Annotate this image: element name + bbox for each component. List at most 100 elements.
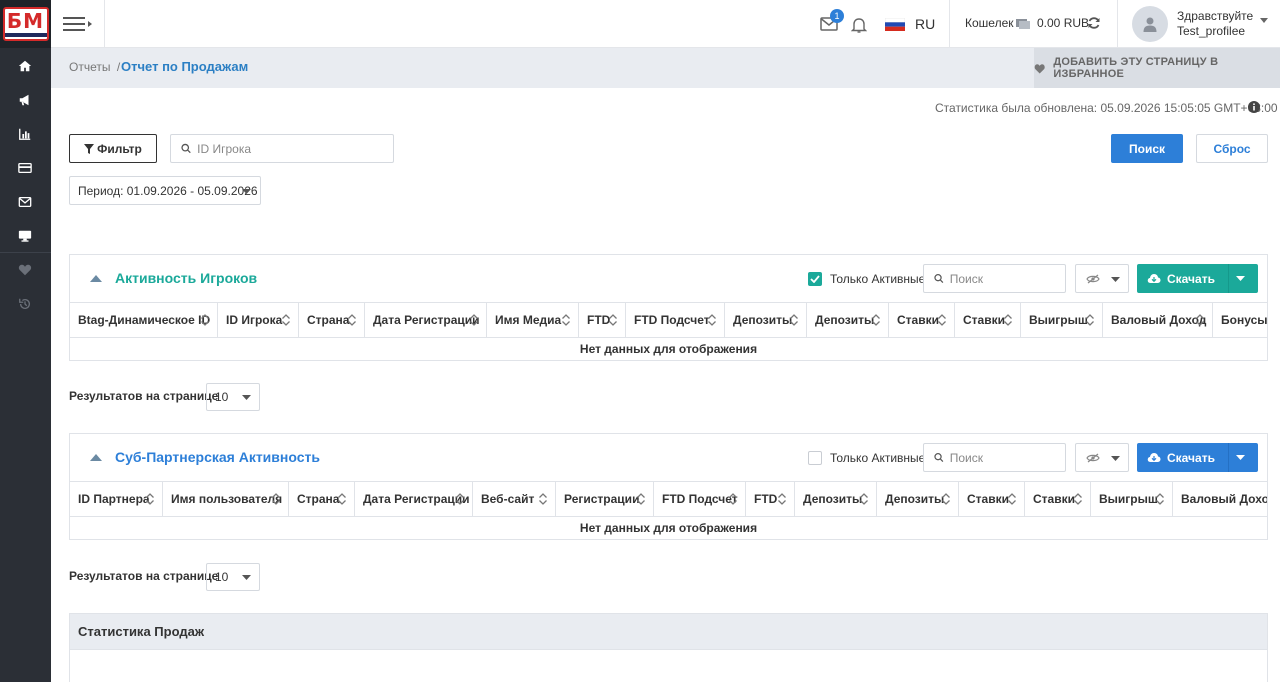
column-header[interactable]: Ставки (889, 303, 955, 337)
column-header[interactable]: Депозиты (725, 303, 807, 337)
heart-icon[interactable] (17, 262, 33, 278)
refresh-icon[interactable] (1087, 16, 1101, 30)
megaphone-icon[interactable] (17, 92, 33, 108)
download-button[interactable]: Скачать (1137, 264, 1258, 293)
chevron-down-icon (242, 395, 251, 400)
column-header[interactable]: Валовый Доход (1173, 482, 1267, 516)
sub-partner-activity-panel: Суб-Партнерская Активность Только Активн… (69, 433, 1268, 540)
column-header[interactable]: FTD (579, 303, 626, 337)
only-active-checkbox[interactable] (808, 272, 822, 286)
panel-search[interactable] (923, 264, 1066, 293)
player-id-search[interactable] (170, 134, 394, 163)
column-header[interactable]: FTD Подсчет (626, 303, 725, 337)
table-header: ID Партнера Имя пользователя Страна Дата Ре… (70, 481, 1267, 517)
column-header[interactable]: Имя Медиа (487, 303, 579, 337)
eye-slash-icon (1086, 453, 1100, 462)
chevron-down-icon (1111, 277, 1120, 282)
language-selector[interactable]: RU (915, 16, 935, 32)
column-header[interactable]: Депозиты (807, 303, 889, 337)
panel-search-input[interactable] (949, 271, 1065, 286)
download-options-toggle[interactable] (1228, 264, 1258, 293)
header-divider (949, 0, 950, 48)
column-header[interactable]: FTD Подсчет (654, 482, 746, 516)
column-header[interactable]: Бонусы/В (1213, 303, 1267, 337)
stats-updated-text: Статистика была обновлена: 05.09.2026 15… (935, 101, 1278, 115)
logo[interactable]: БМ (0, 0, 51, 48)
page-title: Отчет по Продажам (121, 59, 249, 74)
column-header[interactable]: Ставки (1025, 482, 1091, 516)
column-header[interactable]: Дата Регистрации (365, 303, 487, 337)
column-header-label: Депозиты (815, 313, 875, 327)
column-header[interactable]: ID Партнера (70, 482, 163, 516)
rows-per-page-select[interactable]: 10 (206, 383, 260, 411)
rows-per-page-label: Результатов на странице (69, 389, 219, 403)
notifications-button[interactable] (850, 16, 868, 37)
reset-button[interactable]: Сброс (1196, 134, 1268, 163)
user-menu[interactable]: Здравствуйте Test_profilee (1177, 9, 1253, 39)
column-header[interactable]: Депозиты (877, 482, 959, 516)
column-visibility-button[interactable] (1075, 264, 1129, 293)
sort-icon (860, 493, 868, 505)
column-header[interactable]: Регистрации (556, 482, 654, 516)
rows-per-page-value: 10 (215, 570, 229, 584)
column-header-label: Дата Регистрации (363, 492, 470, 506)
column-header[interactable]: ID Игрока (218, 303, 299, 337)
messages-button[interactable]: 1 (820, 9, 844, 35)
bar-chart-icon[interactable] (17, 126, 33, 142)
column-header[interactable]: Имя пользователя (163, 482, 289, 516)
column-header[interactable]: Страна (299, 303, 365, 337)
period-select[interactable]: Период: 01.09.2026 - 05.09.2026 (69, 176, 261, 205)
breadcrumb-reports[interactable]: Отчеты / (69, 60, 120, 74)
download-options-toggle[interactable] (1228, 443, 1258, 472)
column-visibility-button[interactable] (1075, 443, 1129, 472)
panel-title: Статистика Продаж (70, 614, 1267, 650)
panel-search-input[interactable] (949, 450, 1065, 465)
column-header[interactable]: Ставки (955, 303, 1021, 337)
add-to-favorites-button[interactable]: ДОБАВИТЬ ЭТУ СТРАНИЦУ В ИЗБРАННОЕ (1034, 48, 1280, 88)
sort-icon (942, 493, 950, 505)
collapse-icon[interactable] (90, 275, 102, 282)
chevron-down-icon[interactable] (1260, 18, 1268, 23)
column-header[interactable]: Веб-сайт (473, 482, 556, 516)
column-header[interactable]: Выигрыш (1091, 482, 1173, 516)
wallet-icon (1016, 19, 1030, 29)
column-header[interactable]: FTD (746, 482, 795, 516)
sort-icon (790, 314, 798, 326)
only-active-checkbox[interactable] (808, 451, 822, 465)
sort-icon (708, 314, 716, 326)
sort-icon (201, 314, 209, 326)
column-header-label: Страна (307, 313, 350, 327)
column-header-label: Бонусы/В (1221, 313, 1267, 327)
avatar[interactable] (1132, 6, 1168, 42)
menu-toggle-button[interactable] (51, 0, 105, 48)
column-header[interactable]: Депозиты (795, 482, 877, 516)
player-id-input[interactable] (197, 141, 393, 156)
search-button[interactable]: Поиск (1111, 134, 1183, 163)
column-header[interactable]: Дата Регистрации (355, 482, 473, 516)
collapse-icon[interactable] (90, 454, 102, 461)
russia-flag-icon[interactable] (885, 18, 905, 31)
rows-per-page-select[interactable]: 10 (206, 563, 260, 591)
column-header[interactable]: Валовый Доход (1103, 303, 1213, 337)
info-icon[interactable] (1248, 101, 1260, 113)
credit-card-icon[interactable] (17, 160, 33, 176)
column-header[interactable]: Btag-Динамическое ID (70, 303, 218, 337)
column-header-label: Страна (297, 492, 340, 506)
history-icon[interactable] (17, 296, 33, 312)
column-header[interactable]: Выигрыш (1021, 303, 1103, 337)
column-header[interactable]: Ставки (959, 482, 1025, 516)
filter-button[interactable]: Фильтр (69, 134, 157, 163)
home-icon[interactable] (17, 58, 33, 74)
sort-icon (338, 493, 346, 505)
sort-icon (562, 314, 570, 326)
panel-search[interactable] (923, 443, 1066, 472)
column-header[interactable]: Страна (289, 482, 355, 516)
add-to-favorites-label: ДОБАВИТЬ ЭТУ СТРАНИЦУ В ИЗБРАННОЕ (1053, 56, 1219, 80)
download-button[interactable]: Скачать (1137, 443, 1258, 472)
sort-icon (1156, 493, 1164, 505)
table-header: Btag-Динамическое ID ID Игрока Страна Дата … (70, 302, 1267, 338)
monitor-icon[interactable] (17, 228, 33, 244)
column-header-label: Депозиты (803, 492, 863, 506)
mail-badge: 1 (830, 9, 844, 23)
envelope-icon[interactable] (17, 194, 33, 210)
